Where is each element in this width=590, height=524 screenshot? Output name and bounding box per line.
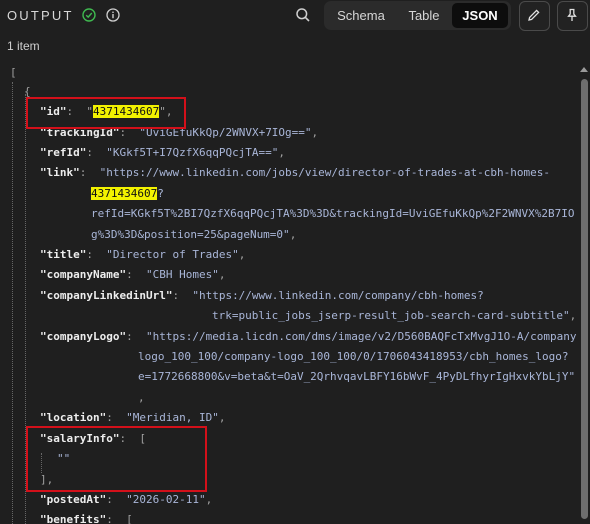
scrollbar-thumb[interactable]	[581, 79, 588, 519]
search-icon[interactable]	[295, 7, 311, 23]
panel-title: OUTPUT	[7, 8, 74, 23]
field-benefits: "benefits": [	[40, 513, 133, 524]
annotation-box-salaryInfo	[26, 426, 207, 492]
field-companyLogo-cont: e=1772668800&v=beta&t=OaV_2QrhvqavLBFY16…	[138, 370, 576, 383]
tab-table[interactable]: Table	[396, 3, 452, 28]
field-link-cont: 4371434607?	[91, 187, 164, 200]
view-mode-switch: Schema Table JSON	[324, 1, 511, 30]
field-companyName: "companyName": "CBH Homes",	[40, 268, 226, 281]
pin-icon	[567, 8, 577, 21]
tab-schema[interactable]: Schema	[328, 3, 394, 28]
field-link: "link": "https://www.linkedin.com/jobs/v…	[40, 166, 550, 179]
output-header: OUTPUT Schema Table JSON	[0, 0, 590, 32]
item-count: 1 item	[7, 39, 40, 53]
scroll-up-arrow-icon[interactable]	[580, 67, 588, 72]
indent-guide	[12, 82, 13, 524]
tab-json[interactable]: JSON	[452, 3, 508, 28]
field-postedAt: "postedAt": "2026-02-11",	[40, 493, 213, 506]
field-companyLinkedinUrl: "companyLinkedinUrl": "https://www.linke…	[40, 289, 484, 302]
pin-button[interactable]	[557, 1, 588, 31]
pencil-icon	[528, 9, 540, 21]
field-companyLogo: "companyLogo": "https://media.licdn.com/…	[40, 330, 578, 343]
field-title: "title": "Director of Trades",	[40, 248, 246, 261]
info-icon[interactable]	[106, 8, 120, 22]
annotation-box-id	[26, 97, 186, 129]
field-location: "location": "Meridian, ID",	[40, 411, 226, 424]
field-refId: "refId": "KGkf5T+I7QzfX6qqPQcjTA==",	[40, 146, 286, 159]
field-companyLinkedinUrl-cont: trk=public_jobs_jserp-result_job-search-…	[212, 309, 577, 322]
json-viewer[interactable]: [ { "id": "4371434607", "trackingId": "U…	[0, 60, 578, 524]
field-companyLogo-cont: ,	[138, 391, 145, 404]
field-companyLogo-cont: logo_100_100/company-logo_100_100/0/1706…	[138, 350, 569, 363]
field-link-cont: g%3D%3D&position=25&pageNum=0",	[91, 228, 297, 241]
link-id-highlight: 4371434607	[91, 187, 158, 200]
field-link-cont: refId=KGkf5T%2BI7QzfX6qqPQcjTA%3D%3D&tra…	[91, 207, 575, 220]
edit-button[interactable]	[519, 1, 550, 31]
array-open: [	[10, 66, 17, 79]
check-circle-icon	[82, 8, 96, 22]
